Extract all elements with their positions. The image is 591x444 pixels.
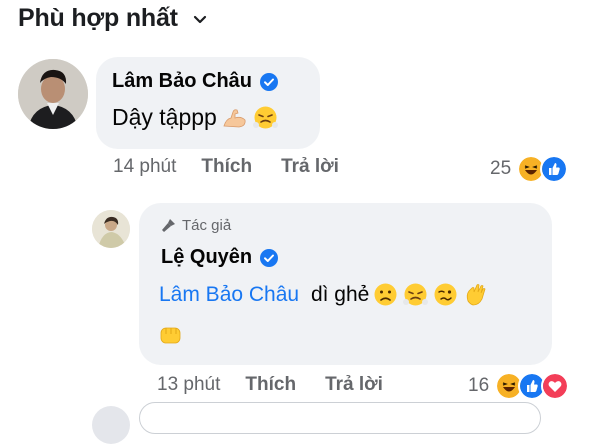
author-name[interactable]: Lệ Quyên [161, 246, 252, 269]
comment-bubble: Lâm Bảo Châu Dậy tậppp [96, 57, 320, 149]
reaction-summary[interactable]: 16 [468, 372, 570, 400]
woozy-face-icon [434, 283, 457, 306]
avatar-photo [18, 59, 88, 129]
like-button[interactable]: Thích [245, 374, 296, 396]
verified-badge-icon [260, 72, 279, 91]
reaction-count: 25 [490, 158, 512, 179]
author-name[interactable]: Lâm Bảo Châu [112, 70, 252, 93]
reaction-summary[interactable]: 25 [490, 155, 569, 183]
steam-from-nose-icon [403, 283, 429, 306]
verified-badge-icon [260, 248, 279, 267]
comment-body: dì ghẻ [310, 282, 370, 306]
avatar[interactable] [92, 210, 130, 248]
fist-bump-icon [160, 327, 181, 344]
comment-text: Lâm Bảo Châu dì ghẻ [159, 281, 489, 308]
steam-from-nose-icon [252, 106, 278, 129]
comment-text: Dậy tậppp [112, 104, 279, 131]
like-button[interactable]: Thích [201, 156, 252, 178]
waving-hand-icon [467, 284, 486, 306]
flexed-biceps-icon [223, 109, 246, 128]
reaction-count: 16 [468, 375, 490, 396]
love-icon [541, 372, 570, 400]
comment-body: Dậy tậppp [112, 104, 217, 130]
sort-label: Phù hợp nhất [18, 4, 178, 32]
comment-bubble: Tác giả Lệ Quyên Lâm Bảo Châu dì ghẻ [139, 203, 552, 365]
like-icon [540, 155, 569, 183]
comment-text-line [157, 321, 184, 348]
avatar-photo [92, 210, 130, 248]
comment-actions: 14 phút Thích Trả lời [113, 156, 368, 178]
reply-button[interactable]: Trả lời [325, 374, 383, 396]
avatar[interactable] [18, 59, 88, 129]
mention-link[interactable]: Lâm Bảo Châu [159, 283, 299, 307]
reply-input-box[interactable] [139, 402, 541, 434]
comment-actions: 13 phút Thích Trả lời [157, 374, 412, 396]
author-badge: Tác giả [161, 217, 231, 234]
worried-face-icon [374, 283, 397, 306]
microphone-icon [162, 219, 175, 232]
comment-author: Lệ Quyên [161, 246, 279, 269]
comment-time[interactable]: 13 phút [157, 374, 220, 396]
sort-dropdown[interactable]: Phù hợp nhất [18, 4, 208, 33]
author-badge-label: Tác giả [182, 217, 232, 234]
avatar[interactable] [92, 406, 130, 444]
chevron-down-icon [193, 15, 206, 23]
reply-button[interactable]: Trả lời [281, 156, 339, 178]
comment-author: Lâm Bảo Châu [112, 70, 279, 93]
comment-time[interactable]: 14 phút [113, 156, 176, 178]
